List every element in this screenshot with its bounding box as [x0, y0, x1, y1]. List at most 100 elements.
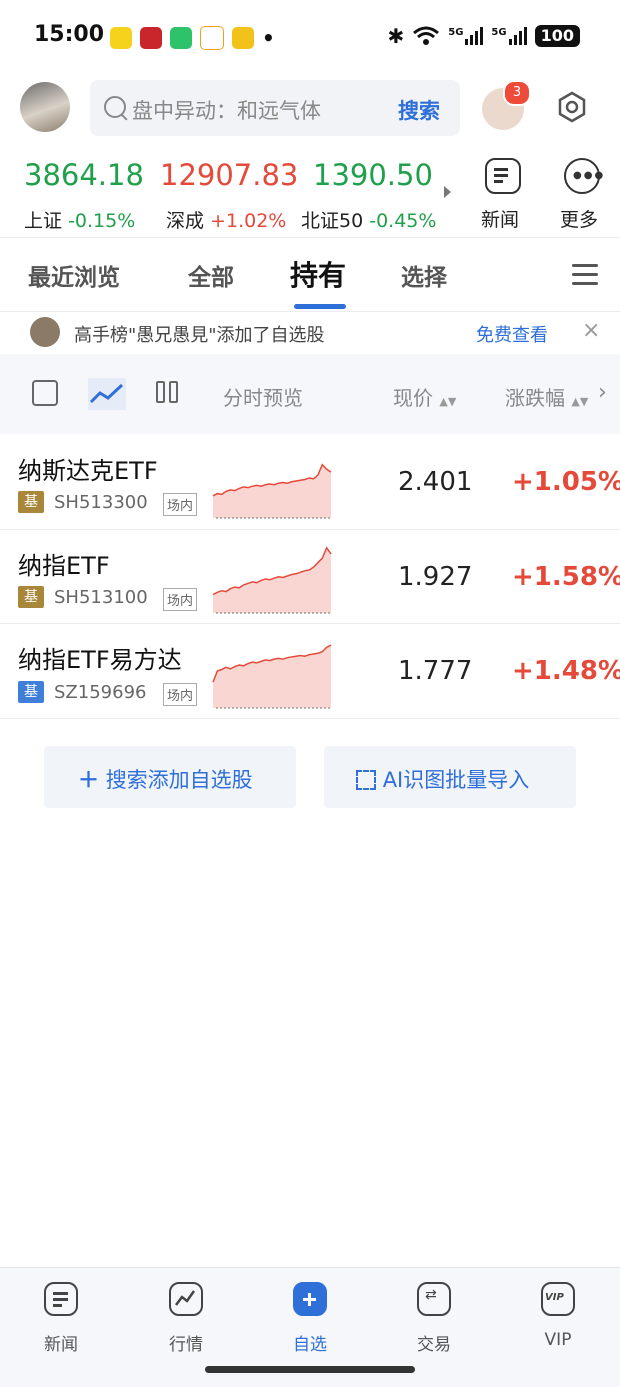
mail-notification-icon: [232, 27, 254, 49]
tab-all[interactable]: 全部: [188, 258, 234, 292]
stock-name: 纳指ETF: [18, 552, 110, 580]
home-indicator[interactable]: [205, 1366, 415, 1373]
signal-2-icon: 5G: [491, 27, 527, 45]
menu-icon[interactable]: [572, 264, 598, 286]
index-shenzhen-value[interactable]: 12907.83: [160, 158, 298, 192]
status-right: ✱ 5G 5G 100: [387, 24, 580, 48]
sparkline-area: [213, 464, 331, 518]
index-shenzhen-change: +1.02%: [210, 210, 287, 232]
search-placeholder: 盘中异动：和远气体: [132, 99, 321, 123]
add-stock-label[interactable]: ＋ 搜索添加自选股: [78, 764, 253, 794]
app-notification-icon: [110, 27, 132, 49]
index-bz50-change: -0.45%: [369, 210, 437, 232]
status-time: 15:00: [34, 22, 105, 47]
more-notifications-dot: •: [262, 26, 275, 50]
stock-price: 1.777: [398, 656, 473, 686]
index-bz50-value[interactable]: 1390.50: [313, 158, 433, 192]
column-preview: 分时预览: [223, 386, 303, 410]
scan-icon: [356, 770, 376, 790]
stock-code: SH513100: [54, 587, 148, 608]
sort-icon: ▲▼: [439, 395, 457, 408]
market-tag: 场内: [163, 683, 198, 706]
index-shenzhen-name: 深成: [166, 210, 205, 232]
chart-icon[interactable]: [169, 1282, 203, 1316]
signal-1-label: 5G: [448, 27, 464, 38]
nav-news[interactable]: 新闻: [31, 1330, 91, 1355]
stock-code: SZ159696: [54, 682, 147, 703]
58-app-icon: [200, 26, 224, 50]
fund-badge: 基: [18, 681, 44, 703]
news-icon[interactable]: [44, 1282, 78, 1316]
index-bz50-name: 北证50: [301, 210, 364, 232]
index-shanghai-value[interactable]: 3864.18: [24, 158, 144, 192]
nav-watchlist[interactable]: 自选: [280, 1330, 340, 1355]
nav-market[interactable]: 行情: [156, 1330, 216, 1355]
search-button[interactable]: 搜索: [398, 95, 440, 125]
tab-recent[interactable]: 最近浏览: [28, 258, 120, 292]
index-shenzhen-label[interactable]: 深成 +1.02%: [166, 206, 286, 233]
ai-import-text: AI识图批量导入: [382, 768, 530, 792]
close-icon[interactable]: ×: [582, 318, 600, 343]
tab-select[interactable]: 选择: [401, 258, 447, 292]
plus-icon[interactable]: [293, 1282, 327, 1316]
index-shanghai-name: 上证: [24, 210, 63, 232]
column-price[interactable]: 现价 ▲▼: [393, 382, 456, 411]
news-button-label[interactable]: 新闻: [481, 205, 519, 232]
column-price-label: 现价: [393, 386, 433, 410]
banner-text: 高手榜"愚兄愚見"添加了自选股: [74, 325, 325, 346]
stock-change: +1.05%: [512, 467, 620, 497]
nav-vip[interactable]: VIP: [528, 1330, 588, 1350]
stock-price: 1.927: [398, 562, 473, 592]
sparkline-chart: [212, 546, 332, 614]
sort-icon: ▲▼: [571, 395, 589, 408]
index-shanghai-label[interactable]: 上证 -0.15%: [24, 206, 135, 233]
edit-icon[interactable]: [32, 380, 58, 406]
news-icon[interactable]: [485, 158, 521, 194]
fund-badge: 基: [18, 491, 44, 513]
battery-indicator: 100: [534, 25, 580, 47]
sparkline-chart: [212, 644, 332, 709]
divider: [0, 718, 620, 719]
column-change[interactable]: 涨跌幅 ▲▼: [505, 382, 588, 411]
stock-change: +1.58%: [512, 562, 620, 592]
battery-app-icon: [170, 27, 192, 49]
vip-icon[interactable]: VIP: [541, 1282, 575, 1316]
sparkline-area: [213, 547, 331, 613]
notification-icons: •: [110, 26, 275, 50]
stock-price: 2.401: [398, 467, 473, 497]
sparkline-chart: [212, 463, 332, 519]
tab-holdings[interactable]: 持有: [290, 254, 346, 294]
message-count-badge: 3: [503, 80, 531, 106]
more-icon[interactable]: ●●●: [564, 158, 603, 194]
columns-icon[interactable]: [156, 381, 178, 403]
bank-notification-icon: [140, 27, 162, 49]
trend-preview-icon[interactable]: [88, 378, 126, 410]
stock-name: 纳指ETF易方达: [18, 646, 182, 674]
stock-code: SH513300: [54, 492, 148, 513]
market-tag: 场内: [163, 493, 198, 516]
stock-name: 纳斯达克ETF: [18, 457, 158, 485]
ai-import-label[interactable]: AI识图批量导入: [356, 764, 529, 794]
more-button-label[interactable]: 更多: [560, 205, 598, 232]
index-shanghai-change: -0.15%: [68, 210, 136, 232]
chevron-right-icon[interactable]: ›: [598, 380, 607, 405]
index-bz50-label[interactable]: 北证50 -0.45%: [301, 206, 436, 233]
bluetooth-icon: ✱: [387, 24, 405, 48]
add-stock-text: 搜索添加自选股: [105, 768, 253, 792]
index-scroll-arrow-icon[interactable]: [444, 186, 451, 198]
active-tab-indicator: [294, 304, 346, 309]
banner-free-view-link[interactable]: 免费查看: [476, 321, 548, 347]
fund-badge: 基: [18, 586, 44, 608]
signal-1-icon: 5G: [448, 27, 484, 45]
signal-2-label: 5G: [491, 27, 507, 38]
divider: [0, 237, 620, 238]
nav-trade[interactable]: 交易: [404, 1330, 464, 1355]
plus-icon: ＋: [78, 768, 99, 792]
market-tag: 场内: [163, 588, 198, 611]
wifi-icon: [413, 26, 440, 45]
exchange-icon[interactable]: ⇄: [417, 1282, 451, 1316]
settings-icon[interactable]: [556, 91, 588, 123]
user-avatar[interactable]: [20, 82, 70, 132]
banner-avatar: [30, 317, 60, 347]
search-icon: [104, 96, 126, 118]
